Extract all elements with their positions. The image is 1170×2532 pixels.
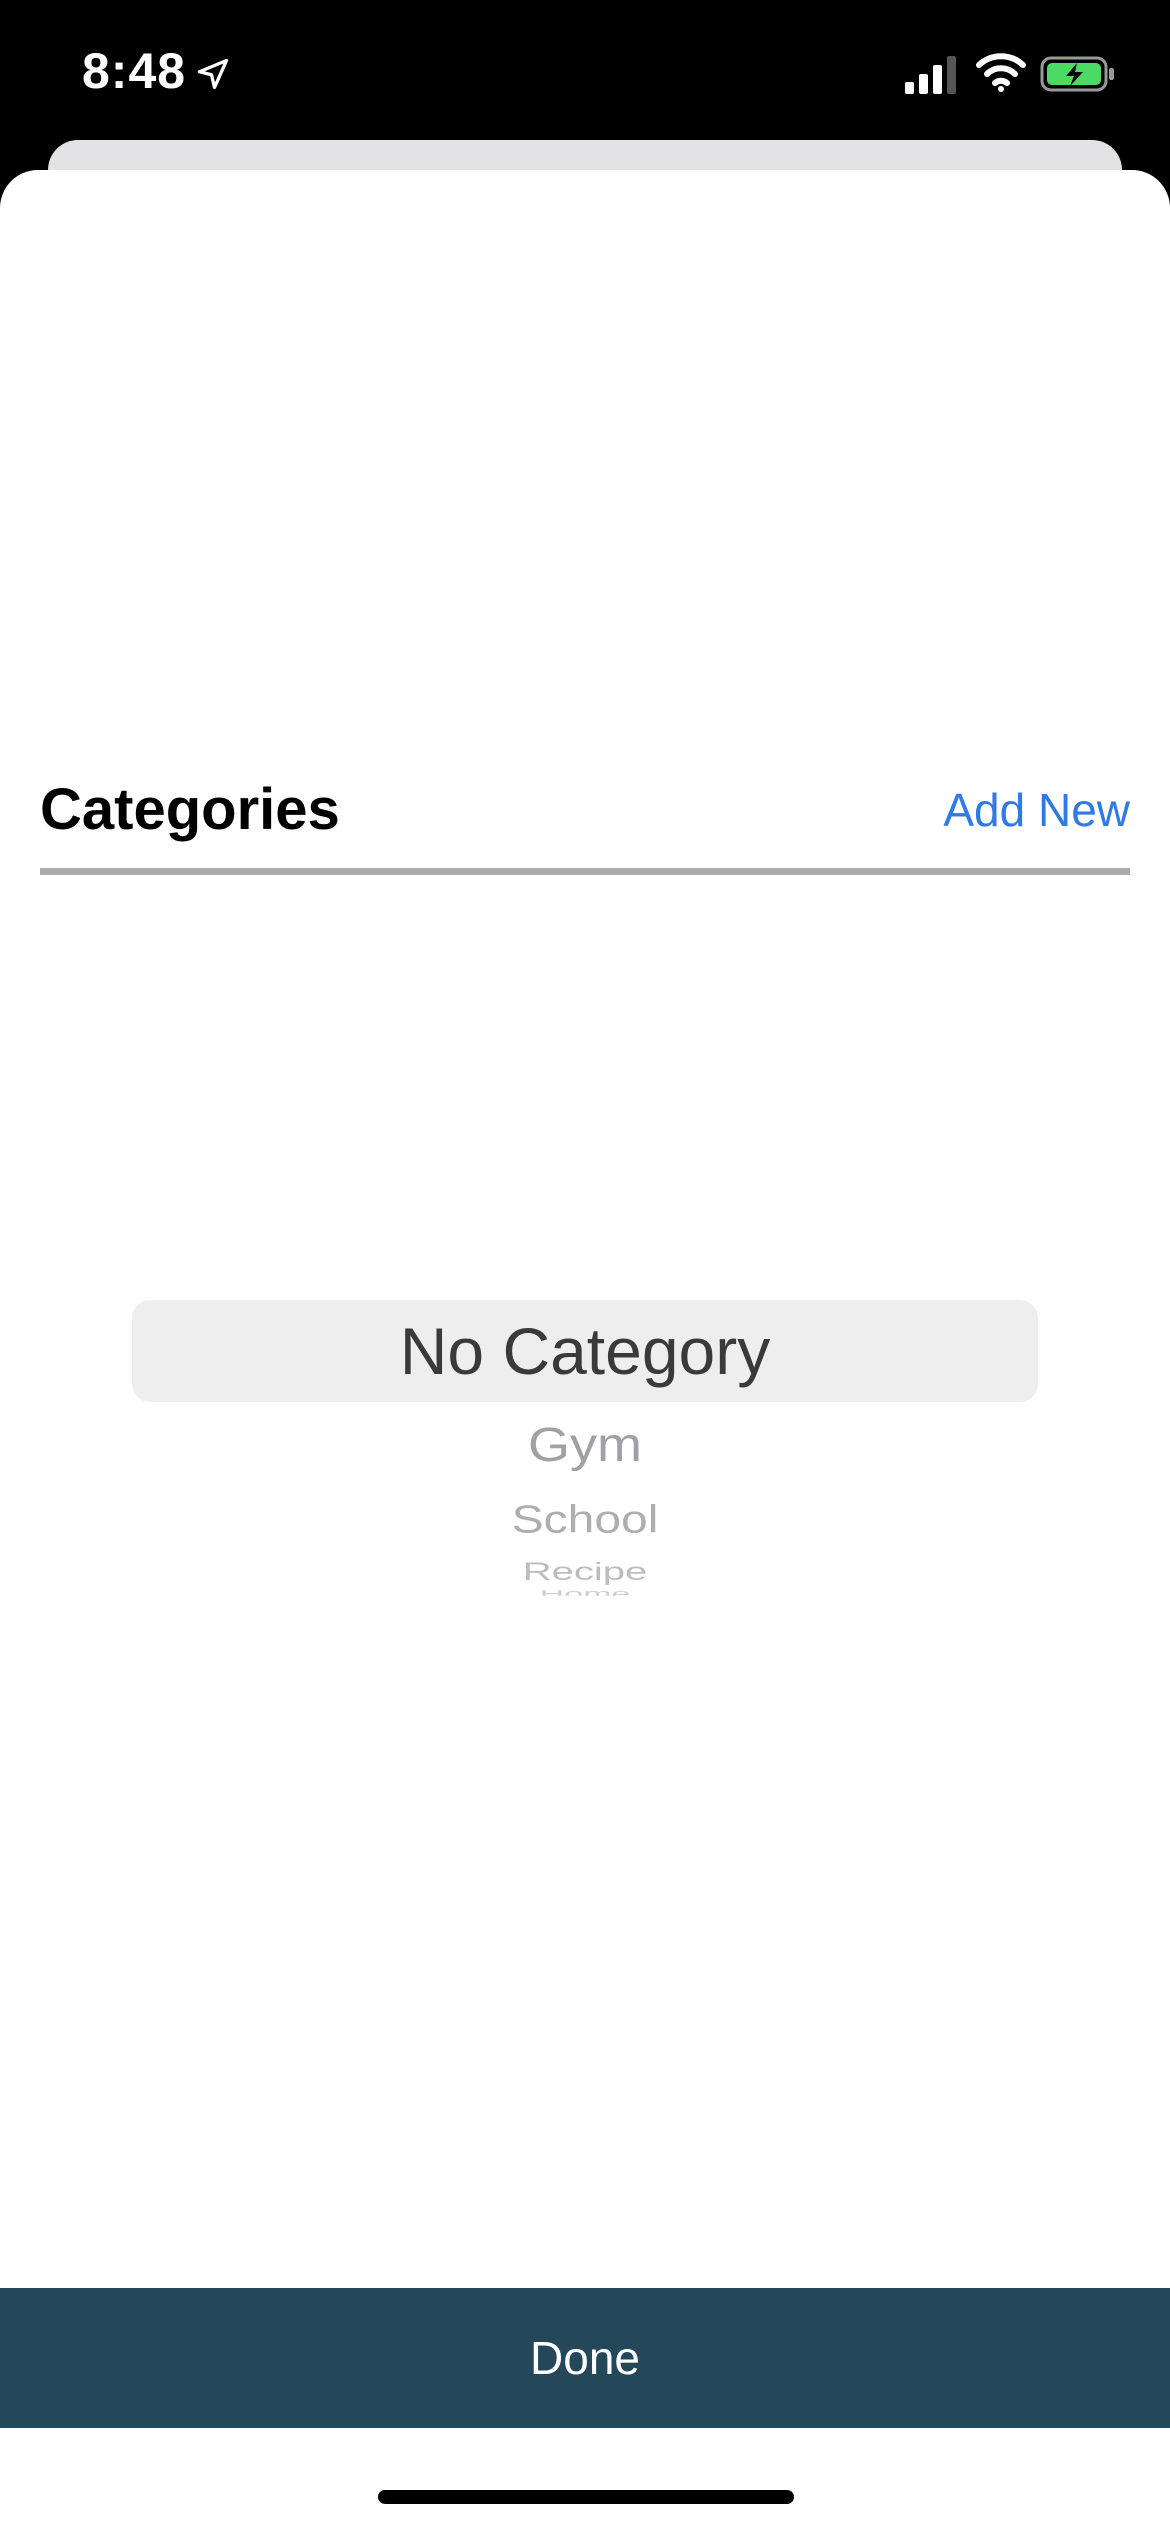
battery-charging-icon xyxy=(1040,56,1114,92)
category-picker[interactable]: No Category Gym School Recipe Home xyxy=(0,1260,1170,1630)
home-indicator[interactable] xyxy=(378,2490,794,2504)
page-title: Categories xyxy=(40,777,340,842)
categories-header: Categories Add New xyxy=(40,768,1130,852)
cellular-signal-icon xyxy=(905,56,956,94)
wifi-icon xyxy=(976,53,1026,92)
status-time: 8:48 xyxy=(82,43,187,99)
done-label: Done xyxy=(530,2332,640,2384)
picker-item[interactable]: Gym xyxy=(0,1412,1170,1479)
picker-item[interactable]: School xyxy=(0,1495,1170,1544)
done-button[interactable]: Done xyxy=(0,2288,1170,2428)
status-bar: 8:48 xyxy=(0,0,1170,150)
picker-item-selected[interactable]: No Category xyxy=(0,1306,1170,1396)
divider xyxy=(40,868,1130,875)
location-arrow-icon xyxy=(197,58,229,90)
add-new-button[interactable]: Add New xyxy=(943,768,1130,852)
picker-item[interactable]: Recipe xyxy=(0,1558,1170,1585)
picker-item[interactable]: Home xyxy=(0,1590,1170,1596)
